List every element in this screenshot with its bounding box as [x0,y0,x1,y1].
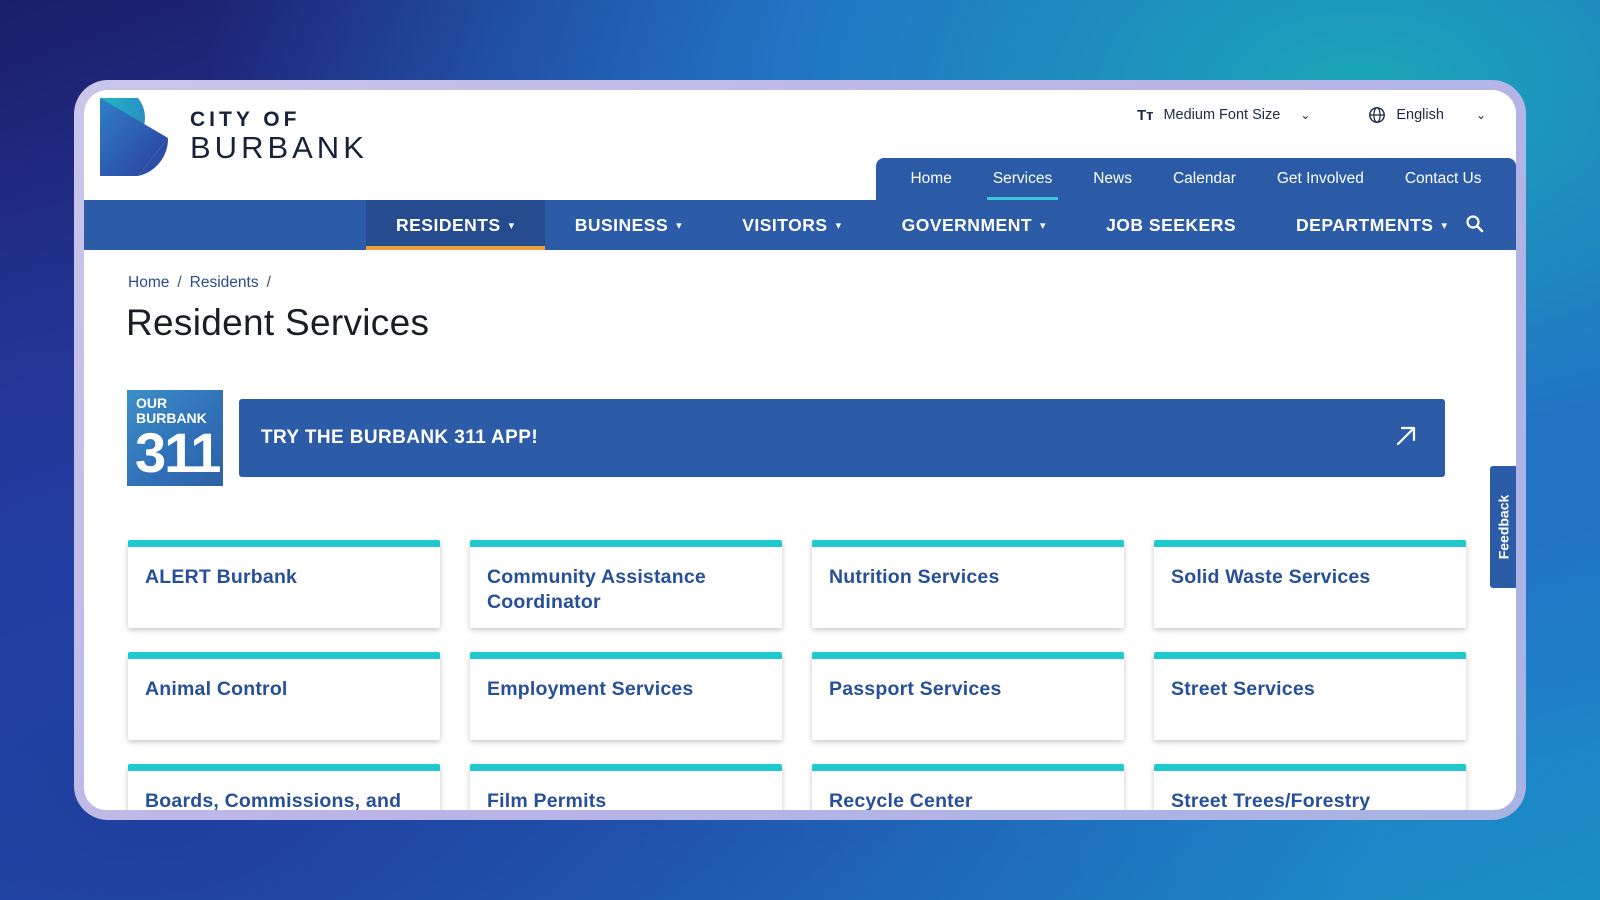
service-card-title: Nutrition Services [829,566,1000,588]
feedback-tab[interactable]: Feedback [1490,466,1516,588]
service-card[interactable]: Boards, Commissions, and [128,764,440,810]
service-card[interactable]: Street Trees/Forestry [1154,764,1466,810]
mainnav-job-seekers[interactable]: JOB SEEKERS [1076,200,1266,250]
service-card-title: Street Services [1171,678,1315,700]
service-card-title: Solid Waste Services [1171,566,1371,588]
burbank-311-app-link[interactable]: TRY THE BURBANK 311 APP! [239,399,1445,477]
cta-label: TRY THE BURBANK 311 APP! [261,427,539,448]
external-arrow-icon [1396,426,1416,446]
service-card-title: Boards, Commissions, and [145,790,402,810]
service-card-title: Community Assistance Coordinator [487,566,706,613]
services-grid: ALERT Burbank Community Assistance Coord… [128,540,1466,810]
mainnav-government[interactable]: GOVERNMENT ▾ [872,200,1076,250]
mainnav-visitors[interactable]: VISITORS ▾ [712,200,871,250]
mainnav-business[interactable]: BUSINESS ▾ [545,200,713,250]
chevron-down-icon: ▾ [835,219,842,232]
language-selector[interactable]: English ⌄ [1368,106,1486,124]
logo-line-2: BURBANK [190,130,368,165]
service-card[interactable]: ALERT Burbank [128,540,440,628]
topnav-contact-us[interactable]: Contact Us [1399,164,1488,194]
service-card-title: Street Trees/Forestry [1171,790,1371,810]
mainnav-label: DEPARTMENTS [1296,214,1434,235]
city-logo-icon[interactable] [98,96,170,178]
topnav-home[interactable]: Home [904,164,957,194]
service-card-title: Film Permits [487,790,607,810]
service-card[interactable]: Community Assistance Coordinator [470,540,782,628]
service-card[interactable]: Passport Services [812,652,1124,740]
page-viewport: CITY OF BURBANK Tт Medium Font Size ⌄ En… [84,90,1516,810]
badge-line-1: OUR [136,395,168,411]
top-navigation: Home Services News Calendar Get Involved… [876,158,1516,200]
service-card-title: Passport Services [829,678,1002,700]
font-size-label: Medium Font Size [1163,107,1281,123]
language-label: English [1396,107,1444,123]
service-card[interactable]: Film Permits [470,764,782,810]
breadcrumb-separator: / [177,274,182,291]
topnav-calendar[interactable]: Calendar [1167,164,1242,194]
service-card[interactable]: Street Services [1154,652,1466,740]
mainnav-label: BUSINESS [574,214,669,235]
mainnav-label: VISITORS [742,214,828,235]
search-icon[interactable] [1464,213,1486,235]
service-card-title: Employment Services [487,678,694,700]
mainnav-label: GOVERNMENT [901,214,1033,235]
chevron-down-icon: ⌄ [1475,108,1486,122]
chevron-down-icon: ▾ [1441,219,1448,232]
feedback-label: Feedback [1495,494,1511,560]
breadcrumb-residents[interactable]: Residents [190,274,259,292]
service-card-title: Animal Control [145,678,288,700]
service-card[interactable]: Recycle Center [812,764,1124,810]
service-card-title: ALERT Burbank [145,566,298,588]
logo-line-1: CITY OF [190,108,301,131]
mainnav-label: RESIDENTS [396,214,501,235]
font-size-selector[interactable]: Tт Medium Font Size ⌄ [1137,107,1310,124]
browser-frame: CITY OF BURBANK Tт Medium Font Size ⌄ En… [74,80,1526,820]
breadcrumb-separator: / [266,274,271,291]
topnav-services[interactable]: Services [986,164,1059,200]
badge-number: 311 [135,421,221,484]
main-navigation: RESIDENTS ▾ BUSINESS ▾ VISITORS ▾ GOVERN… [84,200,1516,250]
service-card[interactable]: Nutrition Services [812,540,1124,628]
breadcrumb-home[interactable]: Home [128,274,169,292]
chevron-down-icon: ▾ [1040,219,1047,232]
mainnav-label: JOB SEEKERS [1106,214,1237,235]
mainnav-residents[interactable]: RESIDENTS ▾ [366,200,545,250]
service-card[interactable]: Solid Waste Services [1154,540,1466,628]
topnav-get-involved[interactable]: Get Involved [1271,164,1370,194]
service-card-title: Recycle Center [829,790,973,810]
chevron-down-icon: ▾ [508,219,515,232]
chevron-down-icon: ▾ [676,219,683,232]
burbank-311-badge[interactable]: OUR BURBANK 311 [127,390,223,486]
text-size-icon: Tт [1136,106,1154,124]
service-card[interactable]: Animal Control [128,652,440,740]
site-header: CITY OF BURBANK Tт Medium Font Size ⌄ En… [84,90,1516,200]
topnav-news[interactable]: News [1087,164,1138,194]
chevron-down-icon: ⌄ [1300,108,1311,122]
mainnav-departments[interactable]: DEPARTMENTS ▾ [1266,200,1477,250]
breadcrumb: Home / Residents / [128,274,271,292]
globe-icon [1369,107,1386,123]
page-title: Resident Services [126,302,430,343]
city-wordmark[interactable]: CITY OF BURBANK [190,108,368,166]
utility-bar: Tт Medium Font Size ⌄ English ⌄ [1137,106,1486,124]
service-card[interactable]: Employment Services [470,652,782,740]
